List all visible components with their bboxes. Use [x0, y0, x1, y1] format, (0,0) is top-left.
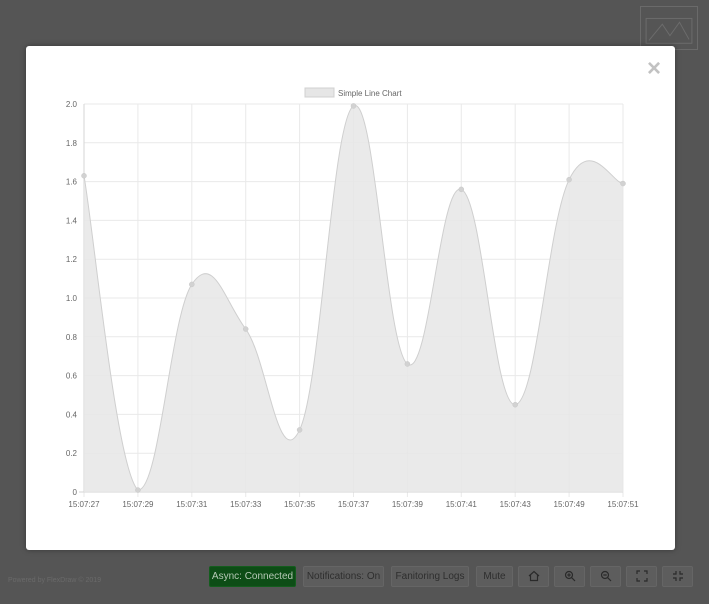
logs-button[interactable]: Fanitoring Logs — [391, 566, 469, 587]
x-tick-label: 15:07:37 — [338, 500, 370, 509]
background-widget — [640, 6, 698, 50]
home-button[interactable] — [518, 566, 549, 587]
y-tick-label: 0.4 — [66, 410, 78, 419]
x-tick-label: 15:07:29 — [122, 500, 154, 509]
legend-label: Simple Line Chart — [338, 89, 402, 98]
data-point — [512, 401, 518, 408]
y-tick-label: 1.4 — [66, 216, 78, 225]
x-tick-label: 15:07:51 — [607, 500, 639, 509]
x-tick-label: 15:07:43 — [500, 500, 532, 509]
y-tick-label: 1.6 — [66, 178, 78, 187]
data-point — [81, 173, 87, 179]
data-point — [458, 186, 465, 193]
x-tick-label: 15:07:39 — [392, 500, 424, 509]
data-point — [566, 176, 572, 183]
y-tick-label: 0.2 — [66, 449, 78, 458]
data-point — [620, 180, 626, 187]
x-tick-label: 15:07:27 — [68, 500, 100, 509]
data-point — [135, 487, 141, 493]
mute-button[interactable]: Mute — [476, 566, 513, 587]
background-widget-graphic — [645, 17, 693, 44]
data-point — [189, 281, 195, 288]
data-point — [296, 427, 303, 433]
x-tick-label: 15:07:41 — [446, 500, 478, 509]
line-chart: 2.0 1.8 1.6 1.4 1.2 1.0 0.8 0.6 0.4 0.2 0 15:07:27 1… — [66, 87, 639, 509]
y-tick-label: 1.0 — [66, 294, 78, 303]
zoom-out-button[interactable] — [590, 566, 621, 587]
y-tick-label: 0.8 — [66, 333, 78, 342]
legend-swatch — [304, 87, 335, 98]
x-tick-label: 15:07:35 — [284, 500, 316, 509]
notifications-button[interactable]: Notifications: On — [303, 566, 384, 587]
y-tick-label: 2.0 — [66, 100, 78, 109]
fullscreen-button[interactable] — [626, 566, 657, 587]
x-tick-label: 15:07:33 — [230, 500, 262, 509]
y-tick-label: 0.6 — [66, 372, 78, 381]
home-icon — [528, 570, 539, 582]
chart-modal: × 2.0 1.8 1.6 1.4 1.2 1.0 0.8 0.6 0.4 0.2 0 15:07:2… — [26, 46, 675, 550]
y-tick-label: 0 — [73, 488, 78, 497]
y-tick-label: 1.8 — [66, 139, 78, 148]
y-tick-label: 1.2 — [66, 255, 78, 264]
async-status-button[interactable]: Async: Connected — [209, 566, 296, 587]
powered-by-text: Powered by FlexDraw © 2019 — [8, 577, 102, 584]
x-tick-label: 15:07:31 — [176, 500, 208, 509]
exit-fullscreen-button[interactable] — [662, 566, 693, 587]
zoom-out-icon — [600, 570, 611, 582]
compress-icon — [672, 571, 683, 581]
expand-icon — [635, 570, 648, 582]
series-area — [84, 105, 623, 492]
zoom-in-button[interactable] — [554, 566, 585, 587]
data-point — [404, 361, 411, 367]
data-point — [242, 326, 249, 332]
data-point — [350, 103, 357, 109]
zoom-in-icon — [564, 570, 575, 582]
x-tick-label: 15:07:49 — [554, 500, 586, 509]
